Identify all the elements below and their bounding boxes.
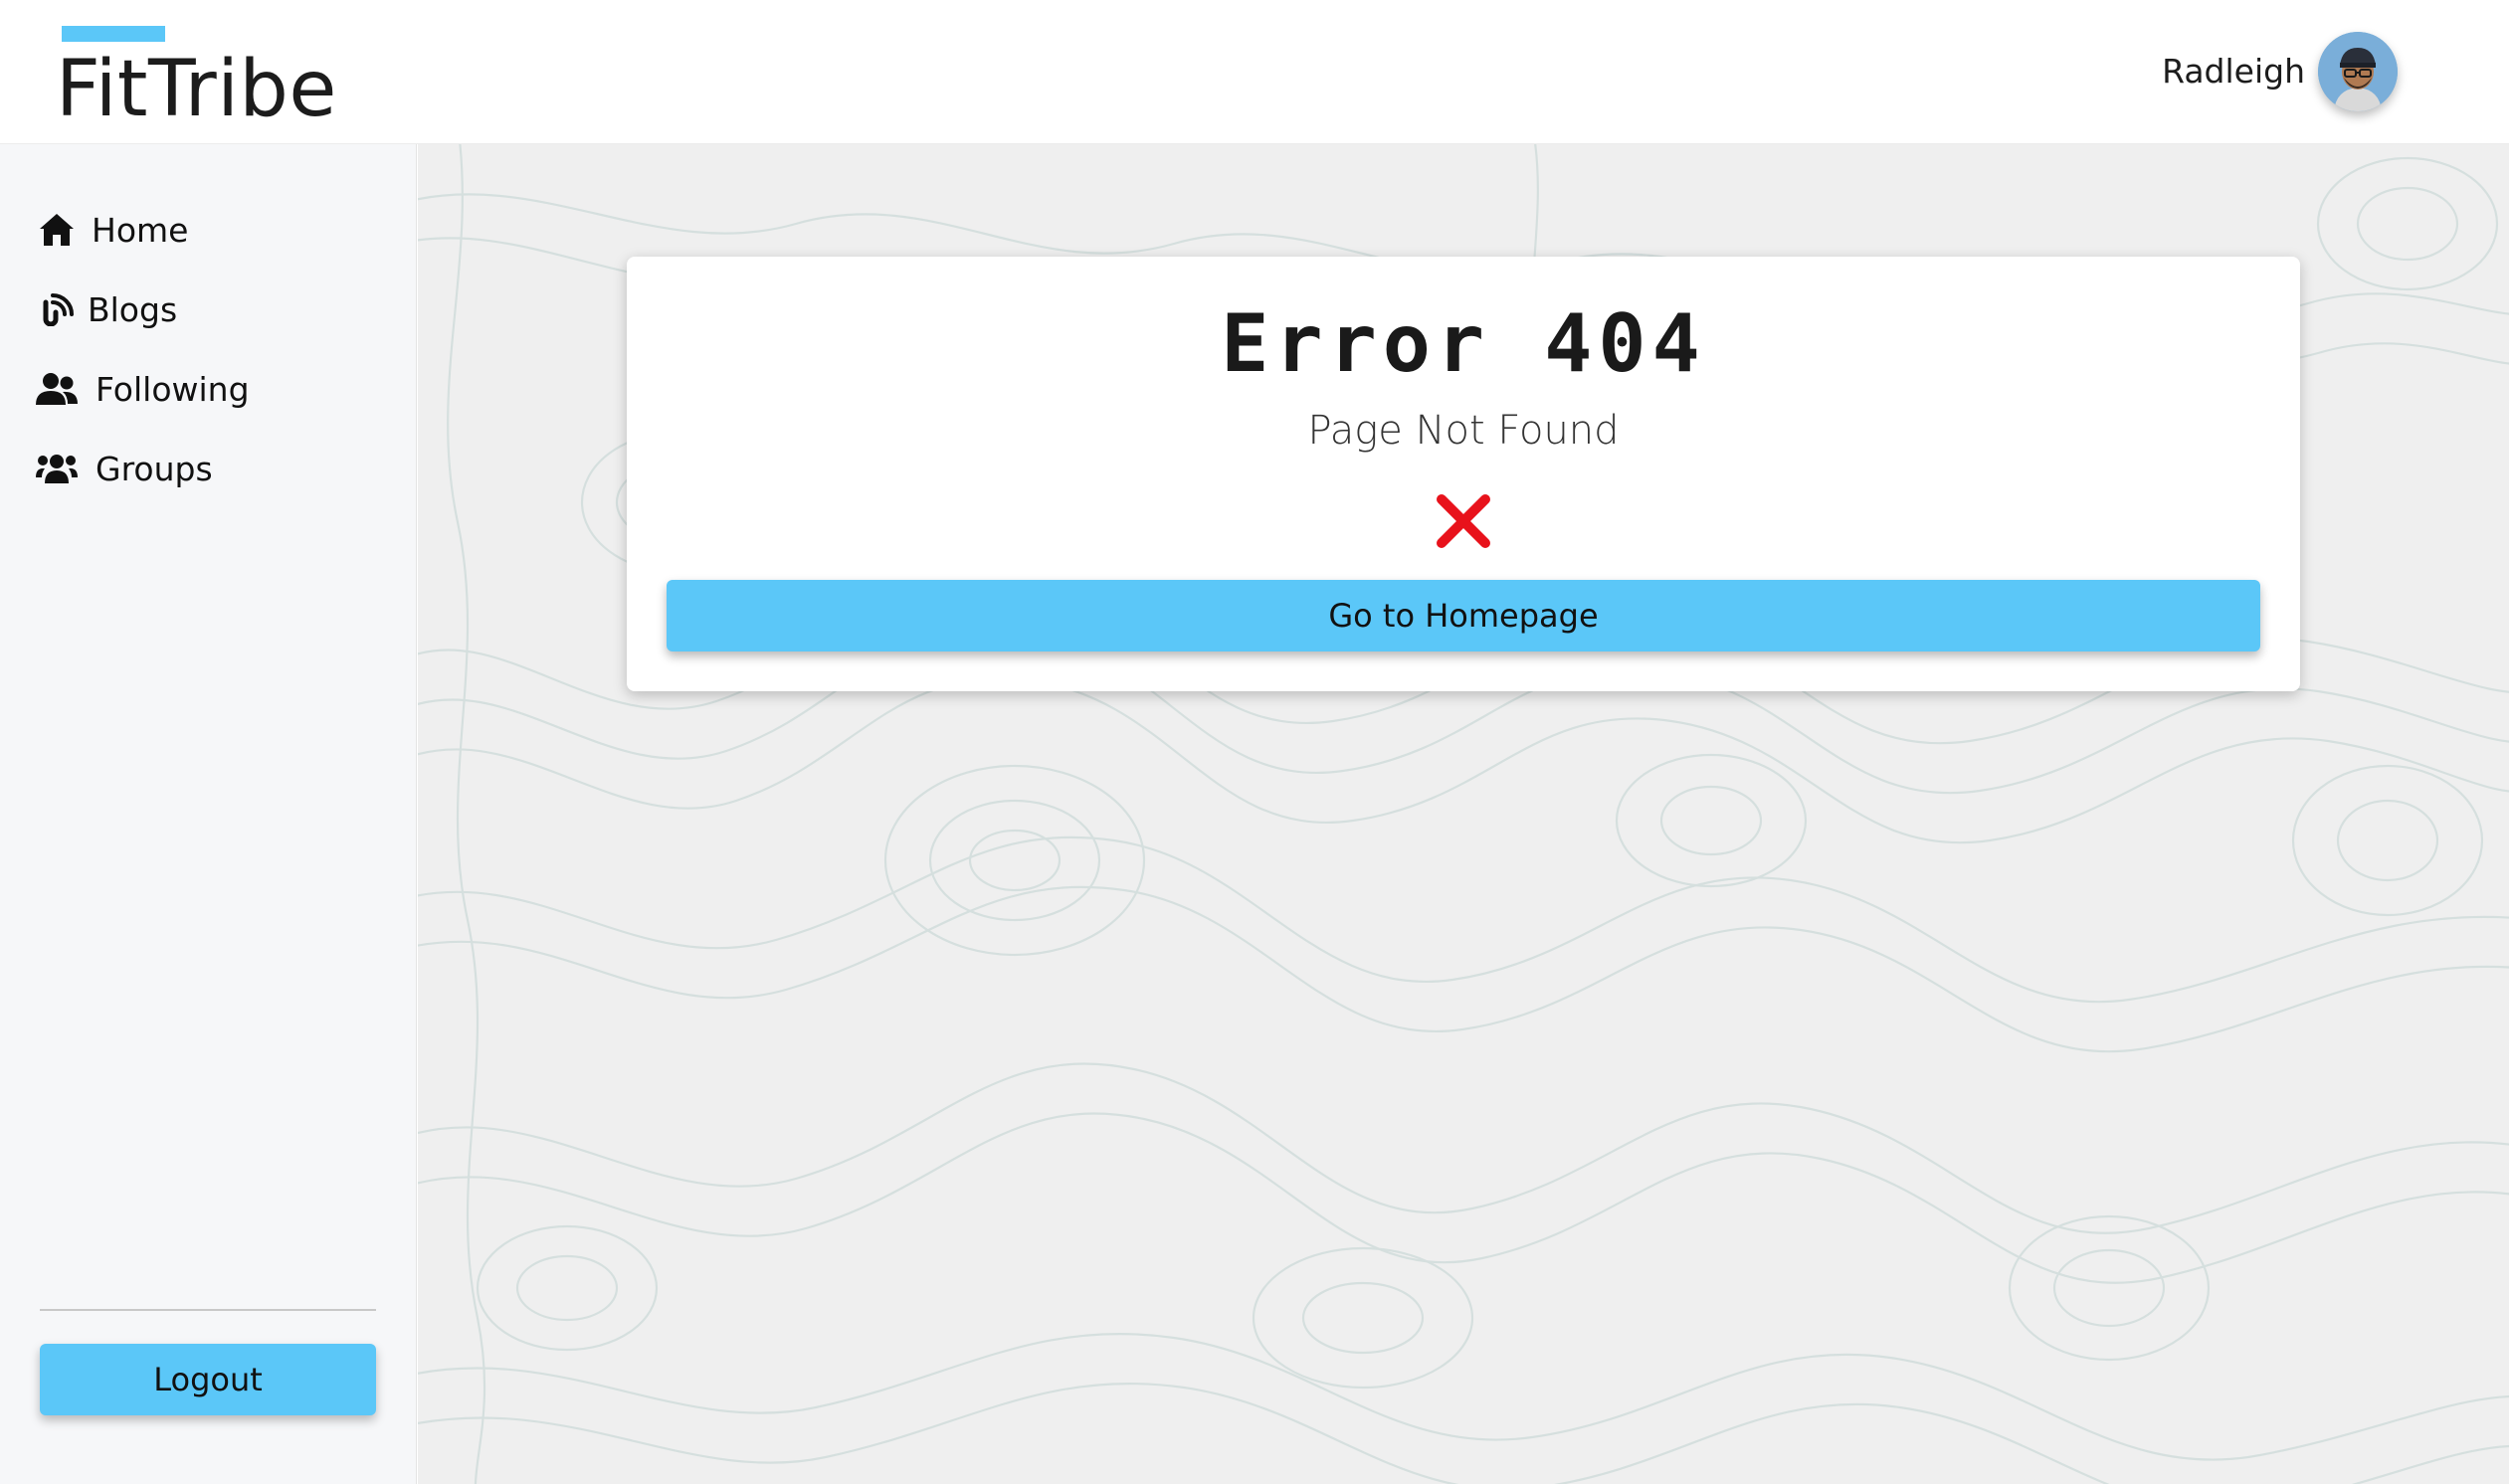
app-logo[interactable]: FitTribe bbox=[56, 26, 354, 133]
logout-button[interactable]: Logout bbox=[40, 1344, 376, 1415]
cross-mark-icon bbox=[1434, 491, 1493, 551]
sidebar-item-groups[interactable]: Groups bbox=[36, 444, 213, 493]
logo-text: FitTribe bbox=[56, 45, 337, 134]
sidebar-item-label: Groups bbox=[96, 449, 213, 488]
sidebar: Home Blogs Following Groups Logout bbox=[0, 144, 417, 1484]
user-friends-icon bbox=[36, 368, 78, 410]
user-name[interactable]: Radleigh bbox=[2162, 52, 2305, 92]
home-icon bbox=[36, 209, 78, 251]
sidebar-item-label: Following bbox=[96, 369, 250, 409]
error-card: Error 404 Page Not Found Go to Homepage bbox=[627, 257, 2300, 691]
go-to-homepage-button[interactable]: Go to Homepage bbox=[667, 580, 2260, 651]
user-avatar[interactable] bbox=[2318, 32, 2398, 111]
sidebar-item-label: Blogs bbox=[88, 289, 178, 329]
error-subtitle: Page Not Found bbox=[1307, 408, 1620, 454]
sidebar-item-following[interactable]: Following bbox=[36, 364, 250, 414]
users-group-icon bbox=[36, 448, 78, 489]
blog-icon bbox=[36, 288, 78, 330]
sidebar-item-blogs[interactable]: Blogs bbox=[36, 284, 177, 334]
avatar-icon bbox=[2318, 32, 2398, 111]
sidebar-divider bbox=[40, 1309, 376, 1311]
sidebar-item-home[interactable]: Home bbox=[36, 205, 188, 255]
error-title: Error 404 bbox=[1221, 297, 1706, 390]
main-content: Error 404 Page Not Found Go to Homepage bbox=[418, 144, 2509, 1484]
sidebar-item-label: Home bbox=[92, 210, 189, 250]
top-header: FitTribe Radleigh bbox=[0, 0, 2509, 144]
logo-accent-bar bbox=[62, 26, 165, 42]
